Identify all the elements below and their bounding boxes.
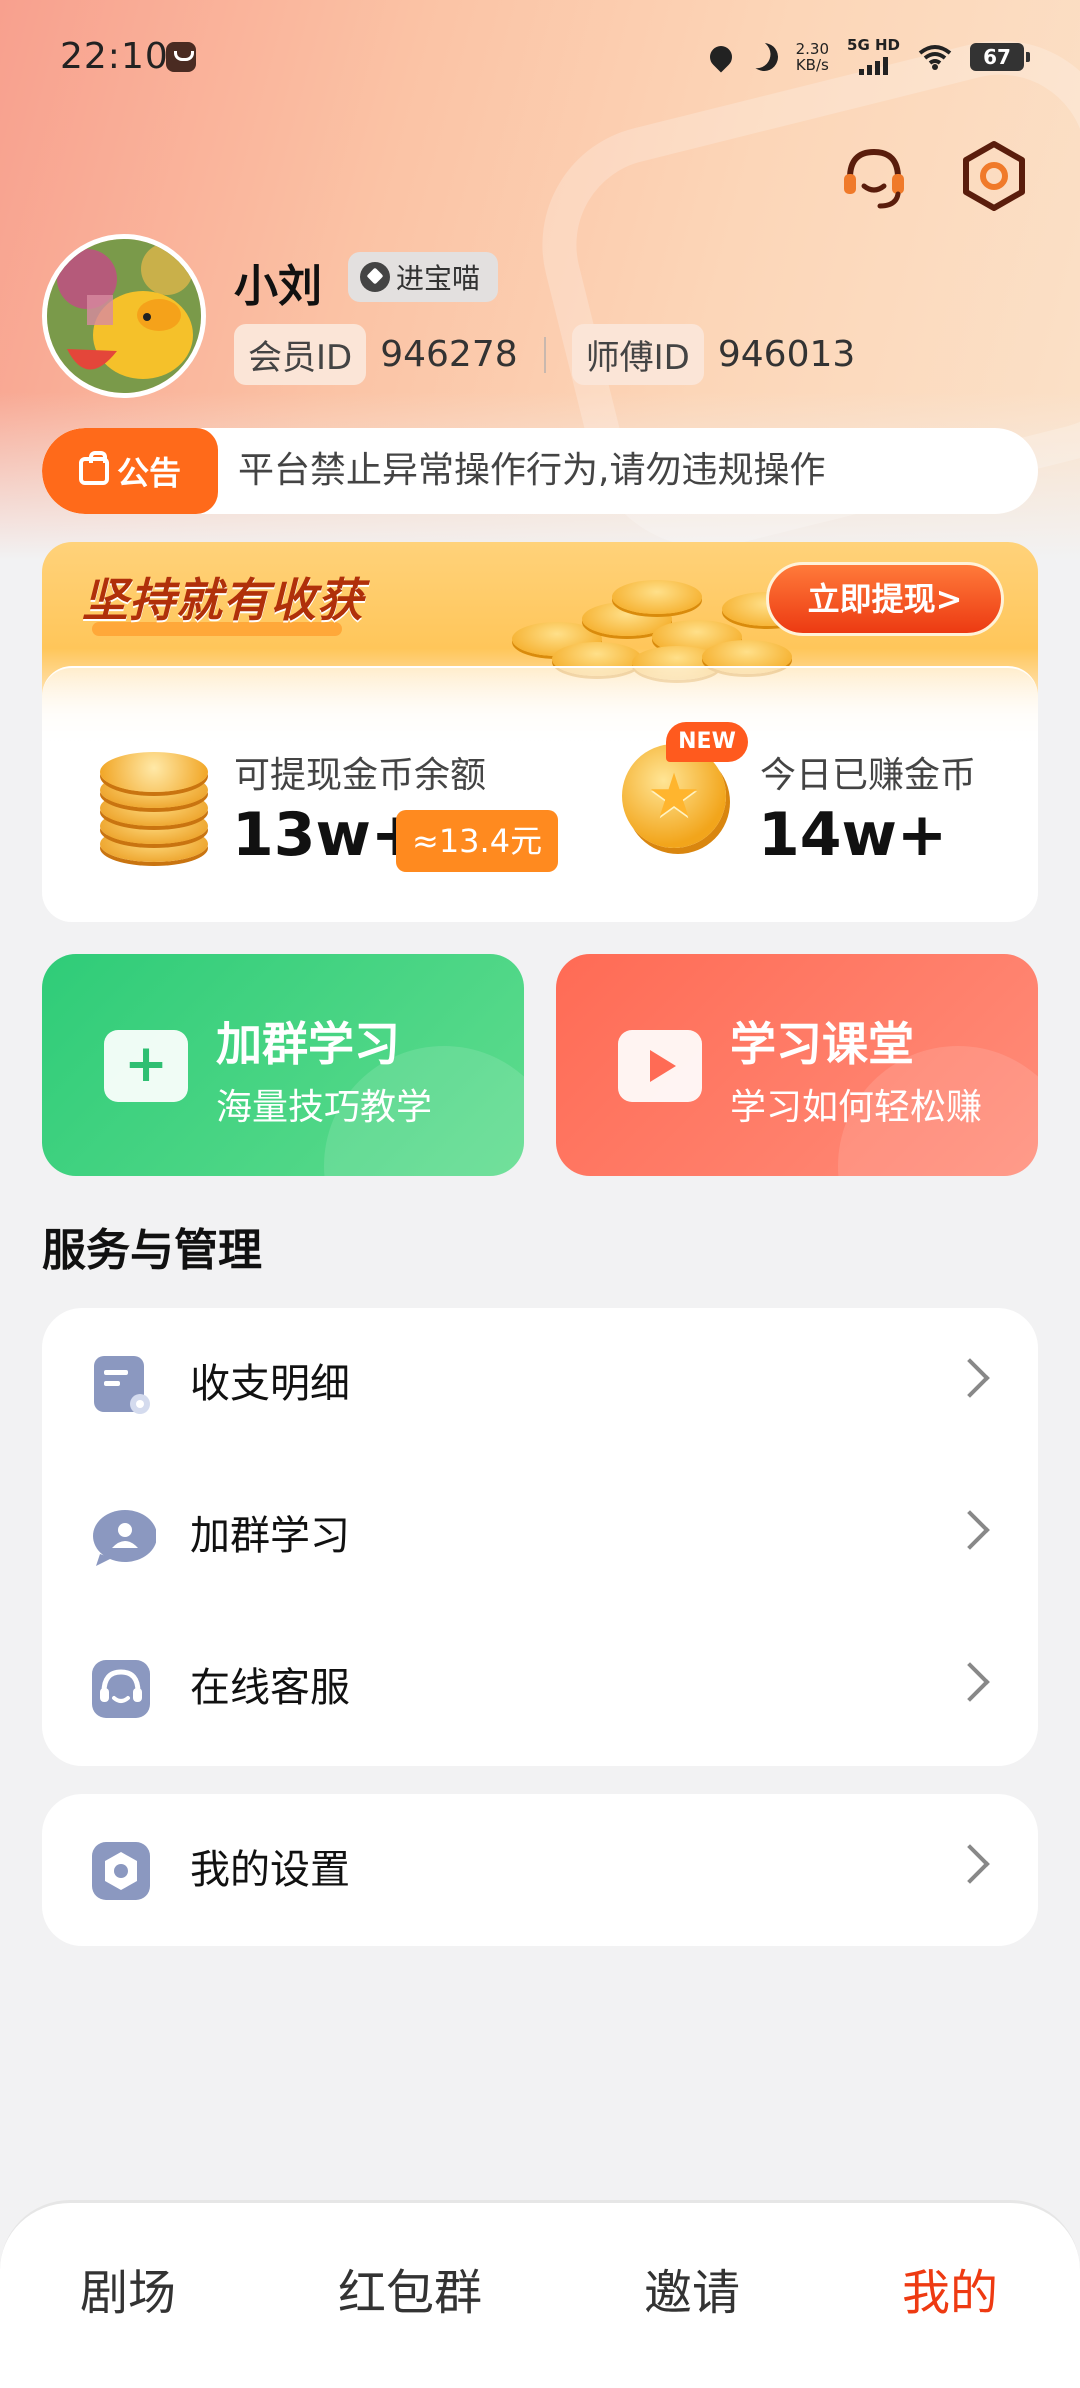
balance-value: 13w+: [232, 800, 422, 870]
chevron-right-icon: [950, 1844, 990, 1884]
bottom-tab-bar: 剧场 红包群 邀请 我的: [0, 2200, 1080, 2388]
coin-stack-icon: [100, 752, 208, 862]
member-id-value[interactable]: 946278: [380, 334, 517, 375]
id-row: 会员ID 946278 师傅ID 946013: [234, 324, 855, 385]
section-title: 服务与管理: [42, 1225, 262, 1276]
member-id-label: 会员ID: [234, 324, 367, 385]
menu-item-income-details[interactable]: 收支明细: [42, 1308, 1038, 1460]
network-speed-unit: KB/s: [795, 55, 829, 74]
new-badge: NEW: [666, 722, 748, 762]
balance-label: 可提现金币余额: [234, 755, 487, 796]
level-badge-label: 进宝喵: [396, 262, 481, 295]
coins-summary: 可提现金币余额 13w+ ≈13.4元 NEW 今日已赚金币 14w+: [42, 666, 1038, 922]
customer-service-icon[interactable]: [838, 140, 910, 212]
tab-invite[interactable]: 邀请: [582, 2203, 802, 2383]
menu-item-label: 加群学习: [190, 1513, 350, 1559]
tab-red-packet-group[interactable]: 红包群: [300, 2203, 520, 2383]
master-id-value[interactable]: 946013: [718, 334, 855, 375]
menu-item-label: 在线客服: [190, 1665, 350, 1711]
chat-plus-icon: [104, 1030, 188, 1102]
tab-theater[interactable]: 剧场: [18, 2203, 238, 2383]
settings-icon[interactable]: [958, 140, 1030, 212]
coins-slogan: 坚持就有收获: [82, 573, 364, 627]
today-earned-value: 14w+: [758, 800, 948, 870]
withdraw-button[interactable]: 立即提现>: [766, 562, 1004, 636]
menu-item-join-group[interactable]: 加群学习: [42, 1460, 1038, 1612]
signal-bars-icon: [859, 53, 888, 75]
notice-text: 平台禁止异常操作行为,请勿违规操作: [238, 450, 826, 491]
chevron-right-icon: [950, 1662, 990, 1702]
network-speed: 2.30 KB/s: [796, 41, 829, 73]
notice-bar[interactable]: 公告 平台禁止异常操作行为,请勿违规操作: [42, 428, 1038, 514]
status-indicators: 2.30 KB/s 5G HD 67: [705, 38, 1030, 75]
username: 小刘: [234, 261, 322, 312]
chevron-right-icon: [950, 1358, 990, 1398]
chevron-right-icon: [950, 1510, 990, 1550]
network-speed-value: 2.30: [795, 39, 830, 58]
menu-item-label: 我的设置: [190, 1847, 350, 1893]
today-earned-label: 今日已赚金币: [760, 755, 977, 796]
announcement-icon: [78, 451, 109, 485]
play-video-icon: [618, 1030, 702, 1102]
avatar[interactable]: [42, 234, 206, 398]
status-bar: 22:10 2.30 KB/s 5G HD 67: [0, 0, 1080, 120]
join-group-title: 加群学习: [216, 1017, 400, 1071]
services-list: 收支明细 加群学习 在线客服: [42, 1308, 1038, 1766]
menu-item-online-support[interactable]: 在线客服: [42, 1612, 1038, 1764]
id-divider: [543, 336, 546, 373]
app-notification-icon: [166, 42, 196, 72]
settings-list: 我的设置: [42, 1794, 1038, 1946]
battery-icon: 67: [970, 42, 1030, 71]
group-chat-icon: [93, 1510, 156, 1566]
wifi-icon: [918, 44, 952, 70]
menu-item-label: 收支明细: [190, 1361, 350, 1407]
balance-approx-badge: ≈13.4元: [396, 810, 559, 872]
headset-icon: [92, 1660, 150, 1718]
status-time: 22:10: [60, 36, 169, 77]
location-icon: [705, 40, 737, 73]
learning-class-card[interactable]: 学习课堂 学习如何轻松赚: [556, 954, 1038, 1176]
master-id-label: 师傅ID: [571, 324, 704, 385]
level-badge[interactable]: 进宝喵: [348, 252, 499, 302]
learning-class-subtitle: 学习如何轻松赚: [730, 1087, 983, 1128]
join-group-subtitle: 海量技巧教学: [216, 1087, 433, 1128]
network-type: 5G HD: [847, 36, 900, 54]
cellular-signal: 5G HD: [847, 38, 900, 75]
join-group-card[interactable]: 加群学习 海量技巧教学: [42, 954, 524, 1176]
notice-tag-label: 公告: [116, 454, 181, 492]
notice-tag: 公告: [42, 428, 218, 514]
coins-card: 坚持就有收获 立即提现> 可提现金币余额 13w+ ≈13.4元 NEW 今日已…: [42, 542, 1038, 922]
tab-mine[interactable]: 我的: [840, 2203, 1060, 2383]
menu-item-my-settings[interactable]: 我的设置: [42, 1794, 1038, 1946]
learning-class-title: 学习课堂: [730, 1017, 914, 1071]
do-not-disturb-icon: [746, 39, 782, 75]
gear-icon: [92, 1842, 150, 1900]
ledger-icon: [94, 1356, 150, 1414]
level-badge-icon: [360, 262, 390, 292]
